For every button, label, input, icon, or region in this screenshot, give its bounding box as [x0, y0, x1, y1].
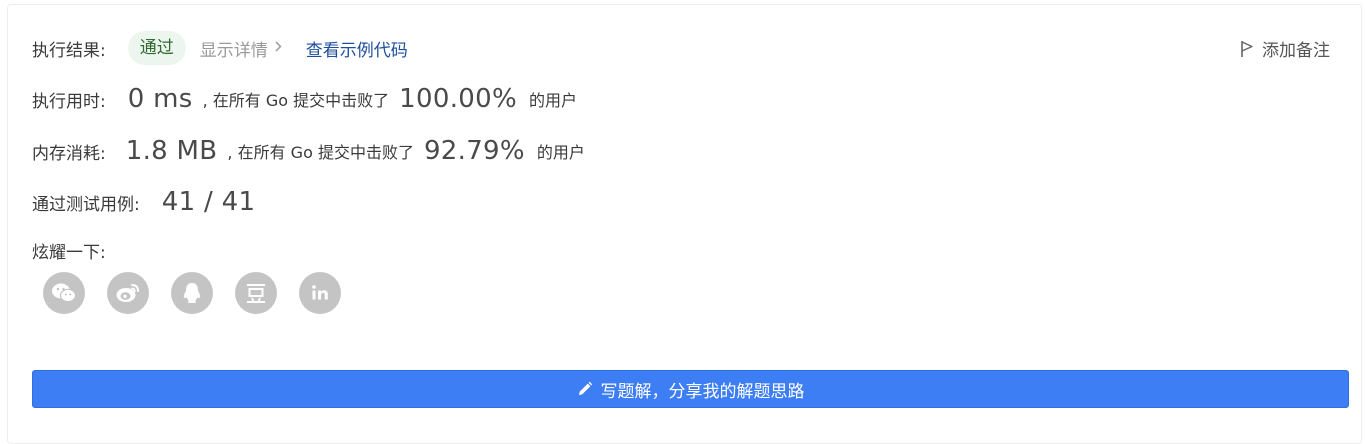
memory-beat-text: , 在所有 Go 提交中击败了: [227, 143, 414, 162]
tests-value: 41 / 41: [161, 187, 256, 217]
result-row: 执行结果: 通过 显示详情 查看示例代码: [32, 31, 408, 65]
add-note-button[interactable]: 添加备注: [1240, 36, 1330, 61]
flag-icon: [1241, 40, 1253, 57]
douban-icon[interactable]: [235, 272, 277, 314]
result-label: 执行结果:: [32, 40, 106, 61]
write-solution-label: 写题解，分享我的解题思路: [600, 381, 805, 402]
status-badge: 通过: [127, 31, 186, 65]
wechat-icon[interactable]: [43, 272, 85, 314]
memory-percent: 92.79%: [423, 136, 525, 166]
runtime-beat-text: , 在所有 Go 提交中击败了: [202, 91, 390, 110]
share-row: 炫耀一下:: [32, 238, 106, 263]
view-example-code-link[interactable]: 查看示例代码: [306, 36, 408, 61]
memory-label: 内存消耗:: [32, 143, 106, 164]
show-details-link[interactable]: 显示详情: [200, 36, 282, 61]
memory-users-text: 的用户: [536, 143, 585, 162]
tests-row: 通过测试用例: 41 / 41: [32, 187, 255, 217]
runtime-row: 执行用时: 0 ms , 在所有 Go 提交中击败了 100.00% 的用户: [32, 84, 577, 114]
write-solution-button[interactable]: 写题解，分享我的解题思路: [32, 370, 1349, 408]
memory-value: 1.8 MB: [125, 136, 218, 166]
add-note-label: 添加备注: [1262, 41, 1330, 61]
linkedin-icon[interactable]: [299, 272, 341, 314]
weibo-icon[interactable]: [107, 272, 149, 314]
memory-row: 内存消耗: 1.8 MB , 在所有 Go 提交中击败了 92.79% 的用户: [32, 136, 585, 166]
pencil-icon: [578, 381, 592, 395]
runtime-label: 执行用时:: [32, 91, 106, 112]
share-icons: [43, 272, 363, 314]
share-label: 炫耀一下:: [32, 243, 106, 263]
runtime-users-text: 的用户: [528, 91, 577, 110]
runtime-percent: 100.00%: [399, 84, 517, 114]
tests-label: 通过测试用例:: [32, 194, 140, 215]
chevron-right-icon: [275, 41, 282, 55]
show-details-label: 显示详情: [199, 40, 268, 61]
qq-icon[interactable]: [171, 272, 213, 314]
runtime-value: 0 ms: [127, 84, 193, 114]
